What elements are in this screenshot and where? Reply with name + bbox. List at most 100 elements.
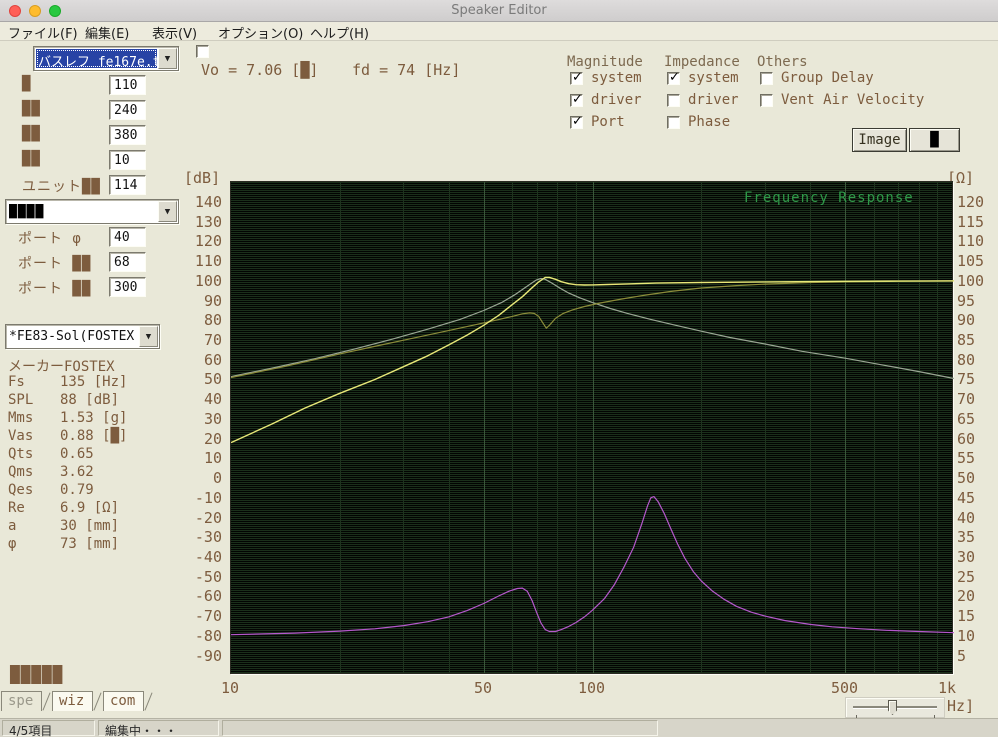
param-label: ██: [22, 151, 41, 167]
menu-item-2[interactable]: 編集(E): [85, 23, 129, 42]
checkbox-others-vent-air-velocity[interactable]: [760, 94, 773, 107]
ohm-tick-label: 15: [957, 607, 976, 625]
zoom-slider-panel: [845, 697, 945, 718]
db-tick-label: -80: [194, 627, 222, 645]
db-tick-label: 130: [194, 213, 222, 231]
db-tick-label: 140: [194, 193, 222, 211]
checkbox-impedance-phase[interactable]: [667, 116, 680, 129]
db-tick-label: 90: [203, 292, 222, 310]
db-tick-label: 50: [203, 370, 222, 388]
tab-com[interactable]: com: [103, 691, 144, 711]
ohm-tick-label: 80: [957, 351, 976, 369]
checkbox-label: Group Delay: [781, 70, 874, 86]
ohm-tick-label: 10: [957, 627, 976, 645]
ohm-tick-label: 95: [957, 292, 976, 310]
param-input[interactable]: 110: [109, 75, 146, 95]
fd-value: fd = 74 [Hz]: [352, 61, 461, 79]
checkbox-magnitude-driver[interactable]: ✓: [570, 92, 583, 107]
ohm-tick-label: 110: [957, 232, 985, 250]
tab-wiz[interactable]: wiz: [52, 691, 93, 711]
checkbox-magnitude-port[interactable]: ✓: [570, 114, 583, 129]
group-title-impedance: Impedance: [664, 54, 740, 70]
checkbox-label: driver: [591, 92, 642, 108]
freq-tick-label: 500: [831, 679, 859, 697]
ohm-tick-label: 55: [957, 449, 976, 467]
param-label: █: [22, 76, 32, 92]
param-input[interactable]: 380: [109, 125, 146, 145]
check-icon: ✓: [669, 70, 680, 85]
ohm-tick-label: 45: [957, 489, 976, 507]
window-title: Speaker Editor: [451, 3, 547, 18]
param-input[interactable]: 240: [109, 100, 146, 120]
param-label: ██: [22, 101, 41, 117]
ohm-tick-label: 120: [957, 193, 985, 211]
chart-title: Frequency Response: [744, 190, 914, 206]
db-tick-label: -50: [194, 568, 222, 586]
db-tick-label: 10: [203, 449, 222, 467]
file-combobox[interactable]: バスレフ_fe167e.txt ▼: [33, 46, 179, 71]
ohm-tick-label: 100: [957, 272, 985, 290]
frequency-response-plot: Frequency Response: [230, 181, 954, 674]
menu-item-1[interactable]: ファイル(F): [8, 23, 78, 42]
slider-thumb[interactable]: [888, 700, 897, 715]
curve-driver-magnitude: [231, 280, 954, 379]
status-section-3: [222, 720, 658, 736]
freq-tick-label: 50: [474, 679, 493, 697]
image-button[interactable]: Image: [852, 128, 907, 152]
group-title-others: Others: [757, 54, 808, 70]
db-tick-label: 70: [203, 331, 222, 349]
ohm-tick-label: 20: [957, 587, 976, 605]
db-tick-label: 100: [194, 272, 222, 290]
ohm-tick-label: 90: [957, 311, 976, 329]
response-curves: [231, 276, 954, 636]
checkbox-label: Phase: [688, 114, 731, 130]
status-bar: 4/5項目 編集中・・・: [0, 718, 998, 737]
tab-spe[interactable]: spe: [1, 691, 42, 711]
check-icon: ✓: [572, 92, 583, 107]
curve-port-magnitude: [231, 277, 954, 380]
db-tick-label: -90: [194, 647, 222, 665]
db-tick-label: -40: [194, 548, 222, 566]
freq-tick-label-last: 1k [Hz]: [938, 679, 975, 715]
status-section-2: 編集中・・・: [98, 720, 219, 737]
ohm-tick-label: 115: [957, 213, 985, 231]
save-button[interactable]: █: [909, 128, 960, 152]
ohm-tick-label: 40: [957, 509, 976, 527]
chevron-down-icon[interactable]: ▼: [158, 48, 177, 69]
checkbox-label: Vent Air Velocity: [781, 92, 925, 108]
db-tick-label: -20: [194, 509, 222, 527]
menu-item-4[interactable]: オプション(O): [218, 23, 303, 42]
toolbar-checkbox[interactable]: [196, 45, 209, 58]
menu-item-3[interactable]: 表示(V): [152, 23, 197, 42]
menu-item-5[interactable]: ヘルプ(H): [310, 23, 369, 42]
db-tick-label: -30: [194, 528, 222, 546]
checkbox-magnitude-system[interactable]: ✓: [570, 70, 583, 85]
param-input[interactable]: 10: [109, 150, 146, 170]
db-tick-label: 110: [194, 252, 222, 270]
ohm-tick-label: 70: [957, 390, 976, 408]
db-tick-label: -10: [194, 489, 222, 507]
check-icon: ✓: [572, 114, 583, 129]
tab-separator: [144, 692, 153, 711]
db-tick-label: -70: [194, 607, 222, 625]
ohm-tick-label: 25: [957, 568, 976, 586]
freq-tick-label: 10: [221, 679, 240, 697]
checkbox-others-group-delay[interactable]: [760, 72, 773, 85]
checkbox-impedance-driver[interactable]: [667, 94, 680, 107]
speaker-editor-window: Speaker Editor ファイル(F) 編集(E) 表示(V) オプション(O)…: [0, 0, 998, 737]
db-tick-label: 120: [194, 232, 222, 250]
file-combobox-value: バスレフ_fe167e.txt: [36, 49, 157, 68]
left-axis-unit: [dB]: [184, 169, 221, 187]
ohm-tick-label: 65: [957, 410, 976, 428]
vo-value: Vo = 7.06 [█]: [201, 61, 319, 79]
tab-separator: [42, 692, 51, 711]
title-bar: Speaker Editor: [0, 0, 998, 22]
checkbox-label: system: [591, 70, 642, 86]
ohm-tick-label: 75: [957, 370, 976, 388]
menu-bar: ファイル(F) 編集(E) 表示(V) オプション(O) ヘルプ(H): [0, 22, 998, 42]
param-label: ユニット██: [22, 179, 101, 195]
checkbox-label: Port: [591, 114, 625, 130]
checkbox-impedance-system[interactable]: ✓: [667, 70, 680, 85]
db-tick-label: 0: [212, 469, 222, 487]
param-input[interactable]: 114: [109, 175, 146, 195]
